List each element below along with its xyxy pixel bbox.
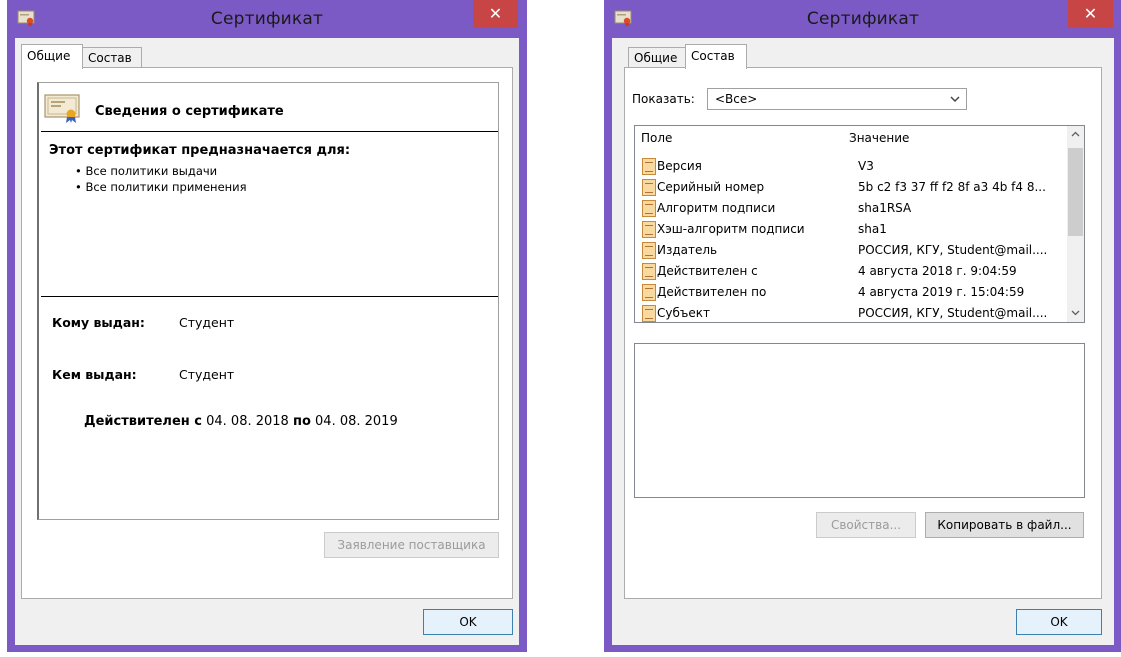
purpose-item: • Все политики применения: [75, 180, 247, 194]
value-details-box[interactable]: [634, 343, 1085, 498]
window-title: Сертификат: [806, 9, 920, 29]
title-bar[interactable]: Сертификат ✕: [7, 0, 527, 38]
chevron-down-icon[interactable]: [1067, 305, 1084, 322]
issued-by-label: Кем выдан:: [52, 367, 137, 382]
field-icon: [642, 242, 656, 259]
close-button[interactable]: ✕: [473, 0, 518, 28]
close-icon: ✕: [488, 4, 503, 23]
show-dropdown-value: <Все>: [715, 92, 758, 106]
issued-by-value: Студент: [179, 367, 235, 382]
valid-to-value: 04. 08. 2019: [315, 414, 398, 429]
list-item[interactable]: Серийный номер 5b c2 f3 37 ff f2 8f a3 4…: [635, 177, 1067, 198]
field-value: РОССИЯ, КГУ, Student@mail....: [858, 306, 1048, 320]
ok-button[interactable]: OK: [423, 609, 513, 635]
field-icon: [642, 158, 656, 175]
field-name: Серийный номер: [657, 180, 765, 194]
field-name: Субъект: [657, 306, 710, 320]
field-icon: [642, 200, 656, 217]
info-heading: Сведения о сертификате: [95, 104, 284, 119]
title-bar[interactable]: Сертификат ✕: [604, 0, 1121, 38]
valid-from-value: 04. 08. 2018: [206, 414, 289, 429]
certificate-dialog-details: Сертификат ✕ Общие Состав Показать: <Все…: [604, 0, 1121, 652]
field-value: sha1: [858, 222, 887, 236]
divider: [41, 296, 498, 297]
purpose-heading: Этот сертификат предназначается для:: [49, 143, 351, 158]
list-item[interactable]: Действителен по 4 августа 2019 г. 15:04:…: [635, 282, 1067, 303]
list-item[interactable]: Версия V3: [635, 156, 1067, 177]
fields-list[interactable]: Поле Значение Версия V3 Серийный номер 5…: [634, 125, 1085, 323]
divider: [41, 131, 498, 132]
certificate-icon: [44, 94, 80, 123]
field-name: Хэш-алгоритм подписи: [657, 222, 805, 236]
details-tab-panel: Показать: <Все> Поле Значение Версия V3: [624, 67, 1102, 599]
ok-button[interactable]: OK: [1016, 609, 1102, 635]
field-name: Действителен с: [657, 264, 758, 278]
list-item[interactable]: Алгоритм подписи sha1RSA: [635, 198, 1067, 219]
scrollbar-thumb[interactable]: [1068, 148, 1083, 236]
dialog-client-area: Общие Состав Показать: <Все> Поле Значен…: [612, 38, 1114, 645]
field-name: Алгоритм подписи: [657, 201, 776, 215]
field-icon: [642, 284, 656, 301]
list-header: Поле Значение: [635, 126, 1067, 150]
chevron-up-icon[interactable]: [1067, 126, 1084, 143]
tab-general[interactable]: Общие: [21, 44, 83, 69]
field-icon: [642, 179, 656, 196]
certificate-info-box: Сведения о сертификате Этот сертификат п…: [37, 82, 499, 520]
tab-details[interactable]: Состав: [82, 47, 142, 67]
field-name: Версия: [657, 159, 702, 173]
field-value: sha1RSA: [858, 201, 912, 215]
field-name: Действителен по: [657, 285, 767, 299]
purpose-item: • Все политики выдачи: [75, 164, 218, 178]
field-value: 4 августа 2018 г. 9:04:59: [858, 264, 1017, 278]
issuer-statement-button[interactable]: Заявление поставщика: [324, 532, 499, 558]
column-header-field[interactable]: Поле: [641, 131, 672, 145]
copy-to-file-button[interactable]: Копировать в файл...: [925, 512, 1084, 538]
show-label: Показать:: [632, 92, 695, 106]
close-icon: ✕: [1083, 4, 1098, 23]
vertical-scrollbar[interactable]: [1067, 126, 1084, 322]
valid-from-label: Действителен с: [84, 414, 202, 429]
field-icon: [642, 263, 656, 280]
certificate-dialog-general: Сертификат ✕ Общие Состав Сведения о сер…: [7, 0, 527, 652]
issued-to-label: Кому выдан:: [52, 315, 145, 330]
field-name: Издатель: [657, 243, 718, 257]
list-item[interactable]: Хэш-алгоритм подписи sha1: [635, 219, 1067, 240]
valid-to-label: по: [292, 414, 311, 429]
issued-to-value: Студент: [179, 315, 235, 330]
validity-line: Действителен с 04. 08. 2018 по 04. 08. 2…: [84, 414, 398, 429]
field-value: 5b c2 f3 37 ff f2 8f a3 4b f4 8...: [858, 180, 1046, 194]
chevron-down-icon: [950, 96, 960, 102]
tab-details[interactable]: Состав: [685, 44, 747, 69]
general-tab-panel: Сведения о сертификате Этот сертификат п…: [21, 67, 513, 599]
field-icon: [642, 305, 656, 322]
field-value: V3: [858, 159, 874, 173]
window-title: Сертификат: [210, 9, 324, 29]
close-button[interactable]: ✕: [1068, 0, 1113, 28]
tab-general[interactable]: Общие: [628, 47, 686, 67]
field-value: 4 августа 2019 г. 15:04:59: [858, 285, 1025, 299]
show-dropdown[interactable]: <Все>: [707, 88, 967, 110]
properties-button[interactable]: Свойства...: [816, 512, 916, 538]
dialog-client-area: Общие Состав Сведения о сертификате Этот…: [15, 38, 519, 645]
list-item[interactable]: Субъект РОССИЯ, КГУ, Student@mail....: [635, 303, 1067, 322]
list-item[interactable]: Действителен с 4 августа 2018 г. 9:04:59: [635, 261, 1067, 282]
column-header-value[interactable]: Значение: [849, 131, 909, 145]
list-item[interactable]: Издатель РОССИЯ, КГУ, Student@mail....: [635, 240, 1067, 261]
field-icon: [642, 221, 656, 238]
field-value: РОССИЯ, КГУ, Student@mail....: [858, 243, 1048, 257]
